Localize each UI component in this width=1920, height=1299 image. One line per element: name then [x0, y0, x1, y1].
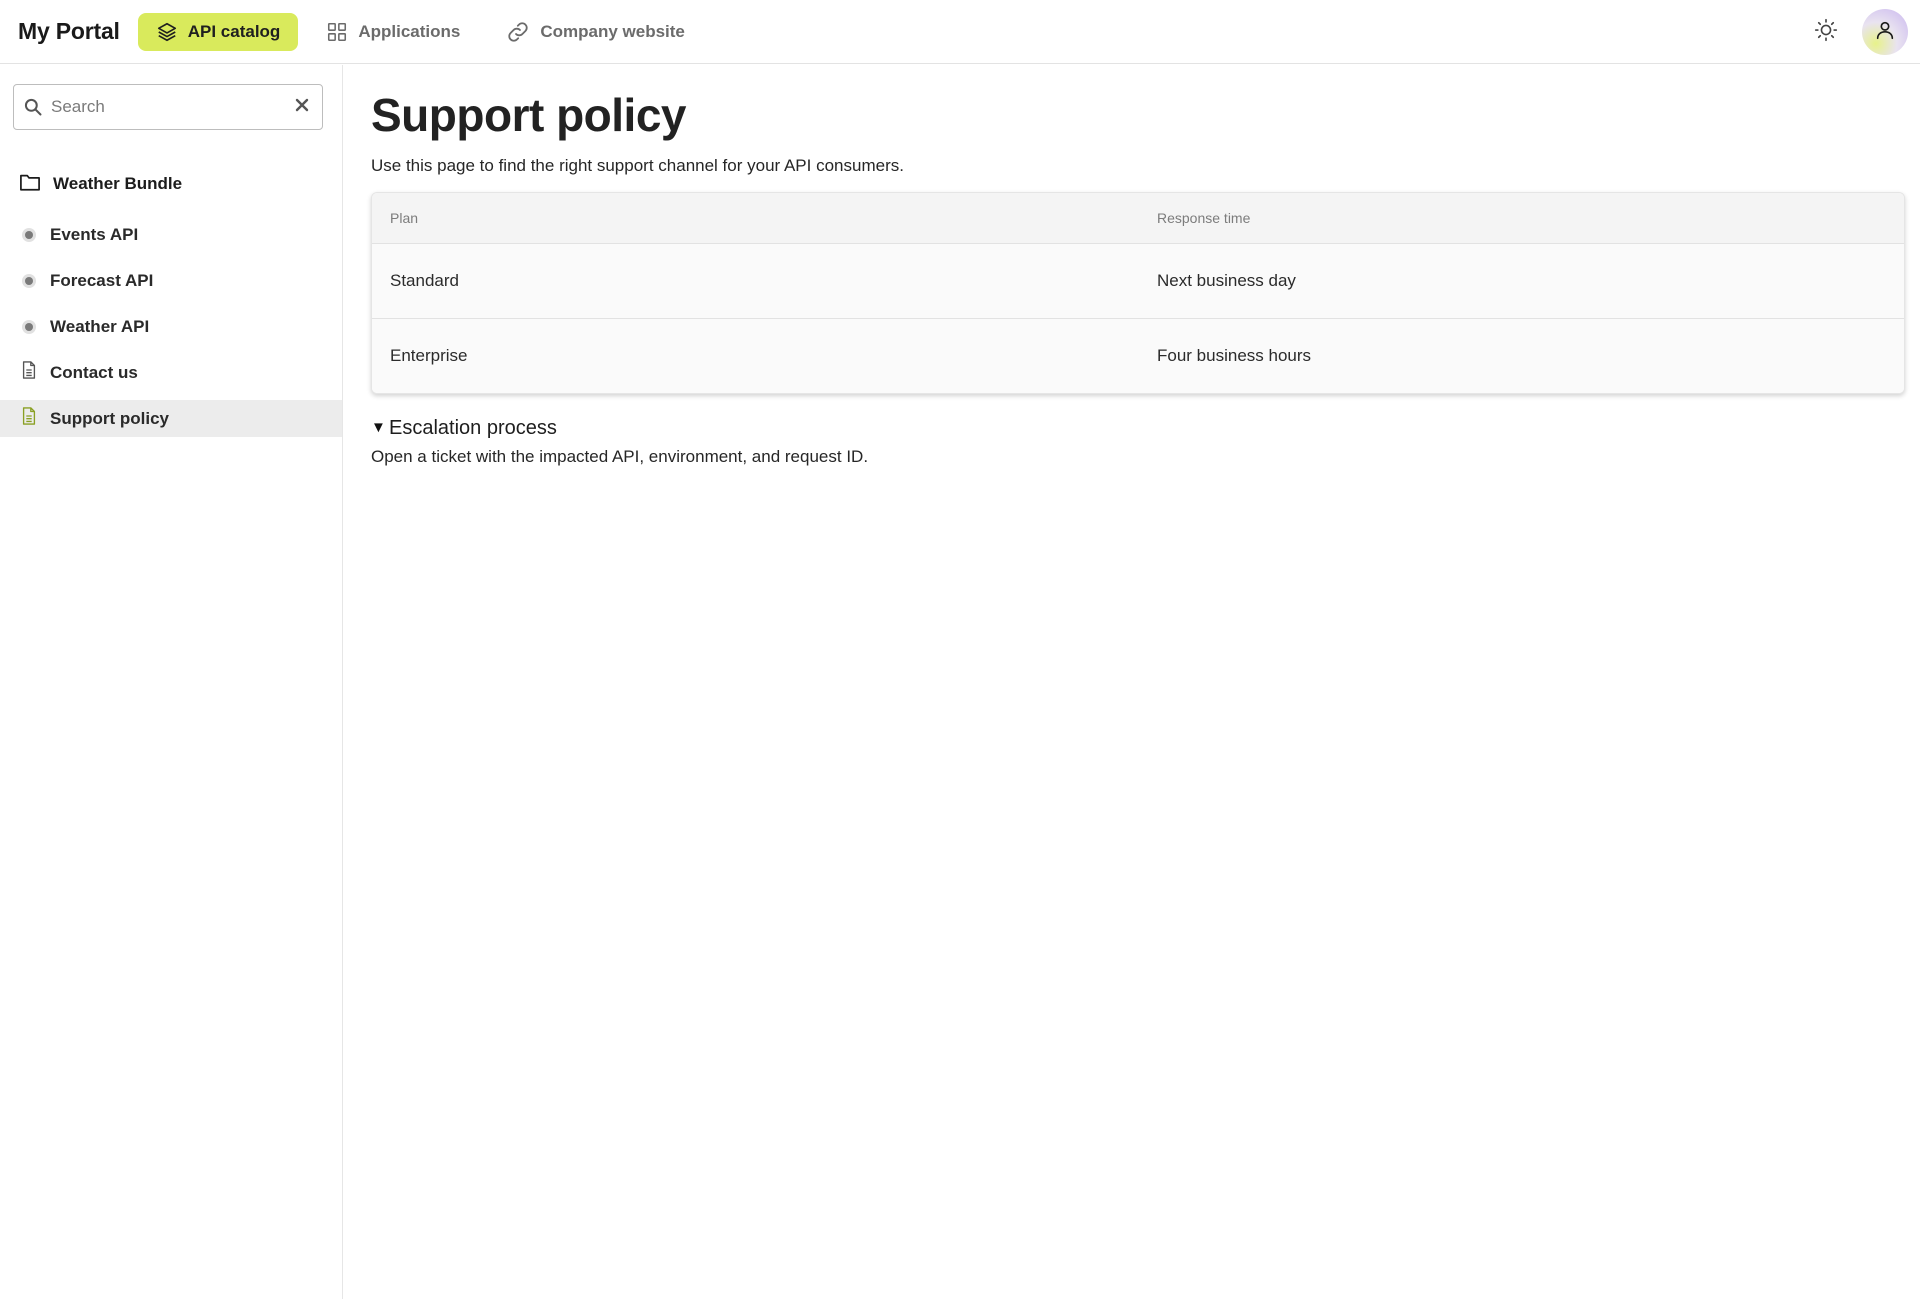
table-cell-plan: Standard: [390, 270, 459, 290]
triangle-down-icon: ▼: [371, 419, 386, 436]
sidebar-item-label: Events API: [50, 224, 139, 244]
nav-api-catalog[interactable]: API catalog: [137, 12, 299, 51]
table-row: Standard Next business day: [372, 243, 1904, 318]
search-icon: [23, 97, 43, 117]
catalog-tree: Weather Bundle Events API Forecast API W…: [0, 161, 342, 437]
sidebar-item-events-api[interactable]: Events API: [0, 216, 342, 253]
escalation-summary-toggle[interactable]: ▼ Escalation process: [371, 416, 1905, 440]
column-header-plan: Plan: [372, 193, 1157, 244]
main-content: Support policy Use this page to find the…: [371, 65, 1905, 468]
page-description: Use this page to find the right support …: [371, 156, 904, 175]
grid-icon: [326, 21, 348, 43]
portal-brand[interactable]: My Portal: [18, 18, 120, 45]
api-dot-icon: [22, 319, 36, 334]
search-input[interactable]: [51, 97, 291, 117]
table-header-row: Plan Response time: [372, 193, 1904, 244]
theme-toggle-button[interactable]: [1812, 18, 1840, 46]
link-icon: [506, 20, 530, 44]
sun-icon: [1813, 17, 1839, 48]
layers-icon: [156, 21, 178, 43]
user-avatar-button[interactable]: [1862, 9, 1908, 55]
sidebar-item-label: Forecast API: [50, 270, 154, 290]
table-cell-response-time: Next business day: [1157, 270, 1296, 290]
table-cell-response-time: Four business hours: [1157, 317, 1904, 393]
sidebar-item-weather-api[interactable]: Weather API: [0, 308, 342, 345]
sidebar-item-label: Weather API: [50, 316, 150, 336]
close-icon: [295, 98, 309, 117]
nav-applications[interactable]: Applications: [308, 13, 478, 51]
table-row: Enterprise Four business hours: [372, 317, 1904, 393]
support-table-card: Plan Response time Standard Next busines…: [371, 192, 1905, 394]
main-nav: API catalog Applications Company website: [137, 0, 703, 64]
search-box: [13, 84, 323, 130]
sidebar-item-label: Support policy: [50, 408, 169, 428]
clear-search-button[interactable]: [292, 97, 312, 117]
folder-icon: [19, 172, 41, 197]
sidebar-item-forecast-api[interactable]: Forecast API: [0, 262, 342, 299]
api-dot-icon: [22, 273, 36, 288]
escalation-body: Open a ticket with the impacted API, env…: [371, 447, 869, 466]
document-icon: [21, 407, 37, 430]
nav-applications-label: Applications: [358, 21, 461, 41]
escalation-details: ▼ Escalation process Open a ticket with …: [371, 416, 1905, 468]
sidebar-item-contact-us[interactable]: Contact us: [0, 354, 342, 391]
escalation-summary-label: Escalation process: [389, 417, 557, 439]
support-table: Plan Response time Standard Next busines…: [372, 193, 1904, 393]
top-bar: My Portal API catalog Applications Compa…: [0, 0, 1920, 64]
sidebar-item-label: Contact us: [50, 362, 138, 382]
sidebar: Weather Bundle Events API Forecast API W…: [0, 65, 343, 1299]
sidebar-item-support-policy[interactable]: Support policy: [0, 400, 342, 437]
page-title: Support policy: [371, 89, 687, 141]
nav-company-website-label: Company website: [540, 21, 685, 41]
nav-company-website[interactable]: Company website: [488, 13, 703, 51]
document-icon: [21, 361, 37, 384]
folder-weather-bundle[interactable]: Weather Bundle: [0, 161, 342, 207]
nav-api-catalog-label: API catalog: [187, 21, 281, 41]
topbar-actions: [1812, 0, 1908, 64]
folder-label: Weather Bundle: [53, 174, 183, 193]
user-icon: [1874, 19, 1896, 46]
api-dot-icon: [22, 227, 36, 242]
column-header-response-time: Response time: [1157, 193, 1904, 244]
table-cell-plan: Enterprise: [372, 317, 1157, 393]
